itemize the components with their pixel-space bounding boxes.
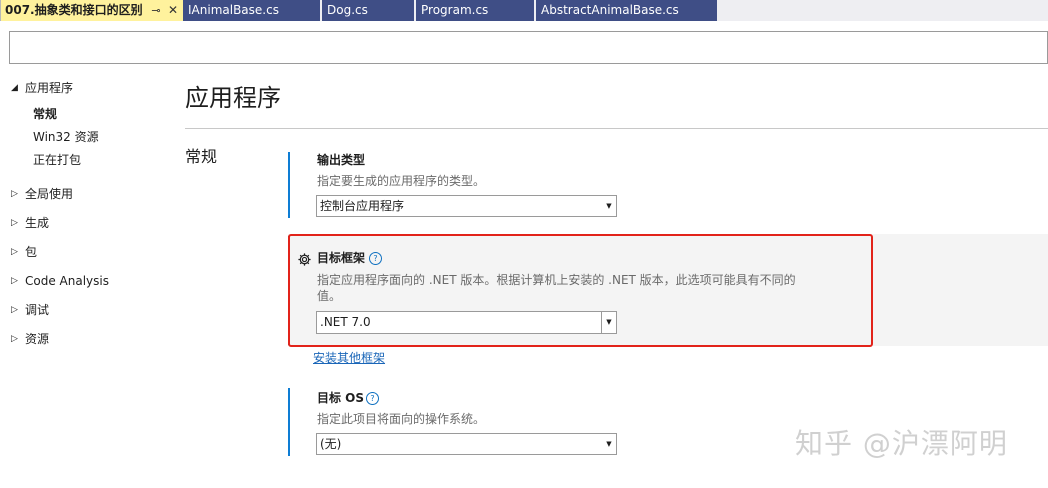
document-tab-strip: 007.抽象类和接口的区别 ⊸ ✕ IAnimalBase.cs Dog.cs … <box>0 0 1048 21</box>
nav-label: 生成 <box>25 216 50 230</box>
section-title: 常规 <box>185 147 218 166</box>
collapsed-arrow-icon[interactable]: ▷ <box>11 329 19 349</box>
nav-item-global-usings[interactable]: ▷ 全局使用 <box>0 184 170 204</box>
help-icon[interactable]: ? <box>366 392 379 405</box>
nav-item-win32-resources[interactable]: Win32 资源 <box>0 127 170 147</box>
tab-label: Dog.cs <box>327 3 368 17</box>
collapsed-arrow-icon[interactable]: ▷ <box>11 213 19 233</box>
nav-label: Win32 资源 <box>33 130 99 144</box>
output-type-label: 输出类型 <box>317 153 366 167</box>
nav-label: 资源 <box>25 332 50 346</box>
collapsed-arrow-icon[interactable]: ▷ <box>11 271 19 291</box>
tab-program[interactable]: Program.cs <box>416 0 534 21</box>
nav-item-packaging[interactable]: 正在打包 <box>0 150 170 170</box>
tab-label: Program.cs <box>421 3 489 17</box>
output-type-dropdown[interactable]: 控制台应用程序 ▼ <box>316 195 617 217</box>
nav-item-general[interactable]: 常规 <box>0 104 170 124</box>
tab-label: AbstractAnimalBase.cs <box>541 3 679 17</box>
collapsed-arrow-icon[interactable]: ▷ <box>11 242 19 262</box>
nav-item-package[interactable]: ▷ 包 <box>0 242 170 262</box>
output-type-description: 指定要生成的应用程序的类型。 <box>317 174 486 188</box>
group-accent-bar <box>288 388 290 456</box>
pin-icon[interactable]: ⊸ <box>150 0 162 21</box>
tab-dog[interactable]: Dog.cs <box>322 0 414 21</box>
target-os-description: 指定此项目将面向的操作系统。 <box>317 412 486 426</box>
tab-label: 007.抽象类和接口的区别 <box>5 3 143 17</box>
tab-label: IAnimalBase.cs <box>188 3 279 17</box>
divider <box>185 128 1048 129</box>
nav-label: 全局使用 <box>25 187 74 201</box>
nav-label: 正在打包 <box>33 153 82 167</box>
chevron-down-icon[interactable]: ▼ <box>602 434 616 454</box>
nav-item-resources[interactable]: ▷ 资源 <box>0 329 170 349</box>
tab-strip-empty <box>717 0 1048 21</box>
collapsed-arrow-icon[interactable]: ▷ <box>11 300 19 320</box>
nav-item-application[interactable]: ◢ 应用程序 <box>0 78 170 98</box>
tab-abstractanimalbase[interactable]: AbstractAnimalBase.cs <box>536 0 717 21</box>
group-accent-bar <box>288 152 290 218</box>
chevron-down-icon[interactable]: ▼ <box>602 196 616 216</box>
search-input[interactable] <box>9 31 1048 64</box>
target-os-label: 目标 OS <box>317 391 365 405</box>
expanded-arrow-icon[interactable]: ◢ <box>11 78 19 98</box>
collapsed-arrow-icon[interactable]: ▷ <box>11 184 19 204</box>
target-os-dropdown[interactable]: (无) ▼ <box>316 433 617 455</box>
nav-label: 常规 <box>33 107 58 121</box>
tab-project-properties[interactable]: 007.抽象类和接口的区别 ⊸ ✕ <box>0 0 183 21</box>
nav-label: 应用程序 <box>25 81 74 95</box>
tab-ianimalbase[interactable]: IAnimalBase.cs <box>183 0 320 21</box>
nav-label: 调试 <box>25 303 50 317</box>
install-other-frameworks-link[interactable]: 安装其他框架 <box>313 350 385 366</box>
nav-label: 包 <box>25 245 38 259</box>
dropdown-value: 控制台应用程序 <box>320 199 405 213</box>
nav-item-debug[interactable]: ▷ 调试 <box>0 300 170 320</box>
nav-label: Code Analysis <box>25 274 109 288</box>
highlight-annotation-box <box>288 234 873 347</box>
nav-item-build[interactable]: ▷ 生成 <box>0 213 170 233</box>
nav-item-code-analysis[interactable]: ▷ Code Analysis <box>0 271 170 291</box>
page-title: 应用程序 <box>185 84 281 112</box>
close-icon[interactable]: ✕ <box>167 0 179 21</box>
watermark: 知乎 @沪漂阿明 <box>795 427 1008 460</box>
dropdown-value: (无) <box>320 437 342 451</box>
